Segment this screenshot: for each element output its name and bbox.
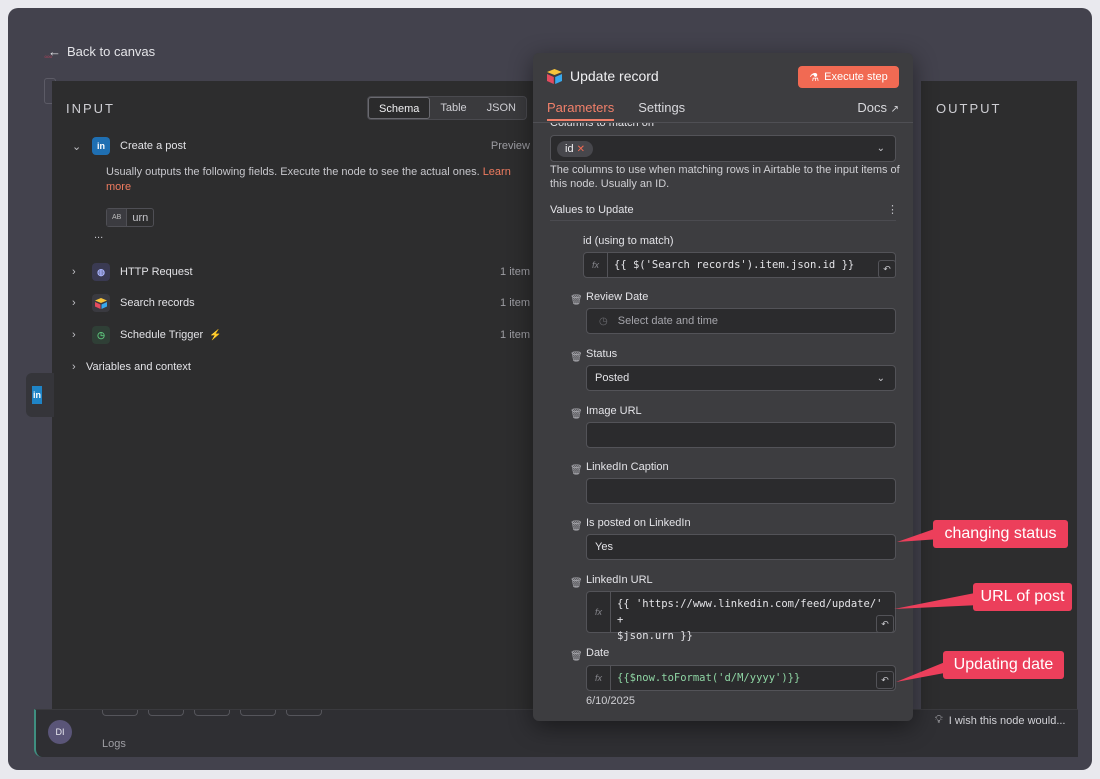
date-callout-pointer	[896, 660, 950, 682]
url-callout-pointer	[894, 592, 980, 609]
annotation-arrows	[894, 527, 980, 682]
callout-url-of-post: URL of post	[973, 583, 1072, 611]
callout-changing-status: changing status	[933, 520, 1068, 548]
callout-updating-date: Updating date	[943, 651, 1064, 679]
